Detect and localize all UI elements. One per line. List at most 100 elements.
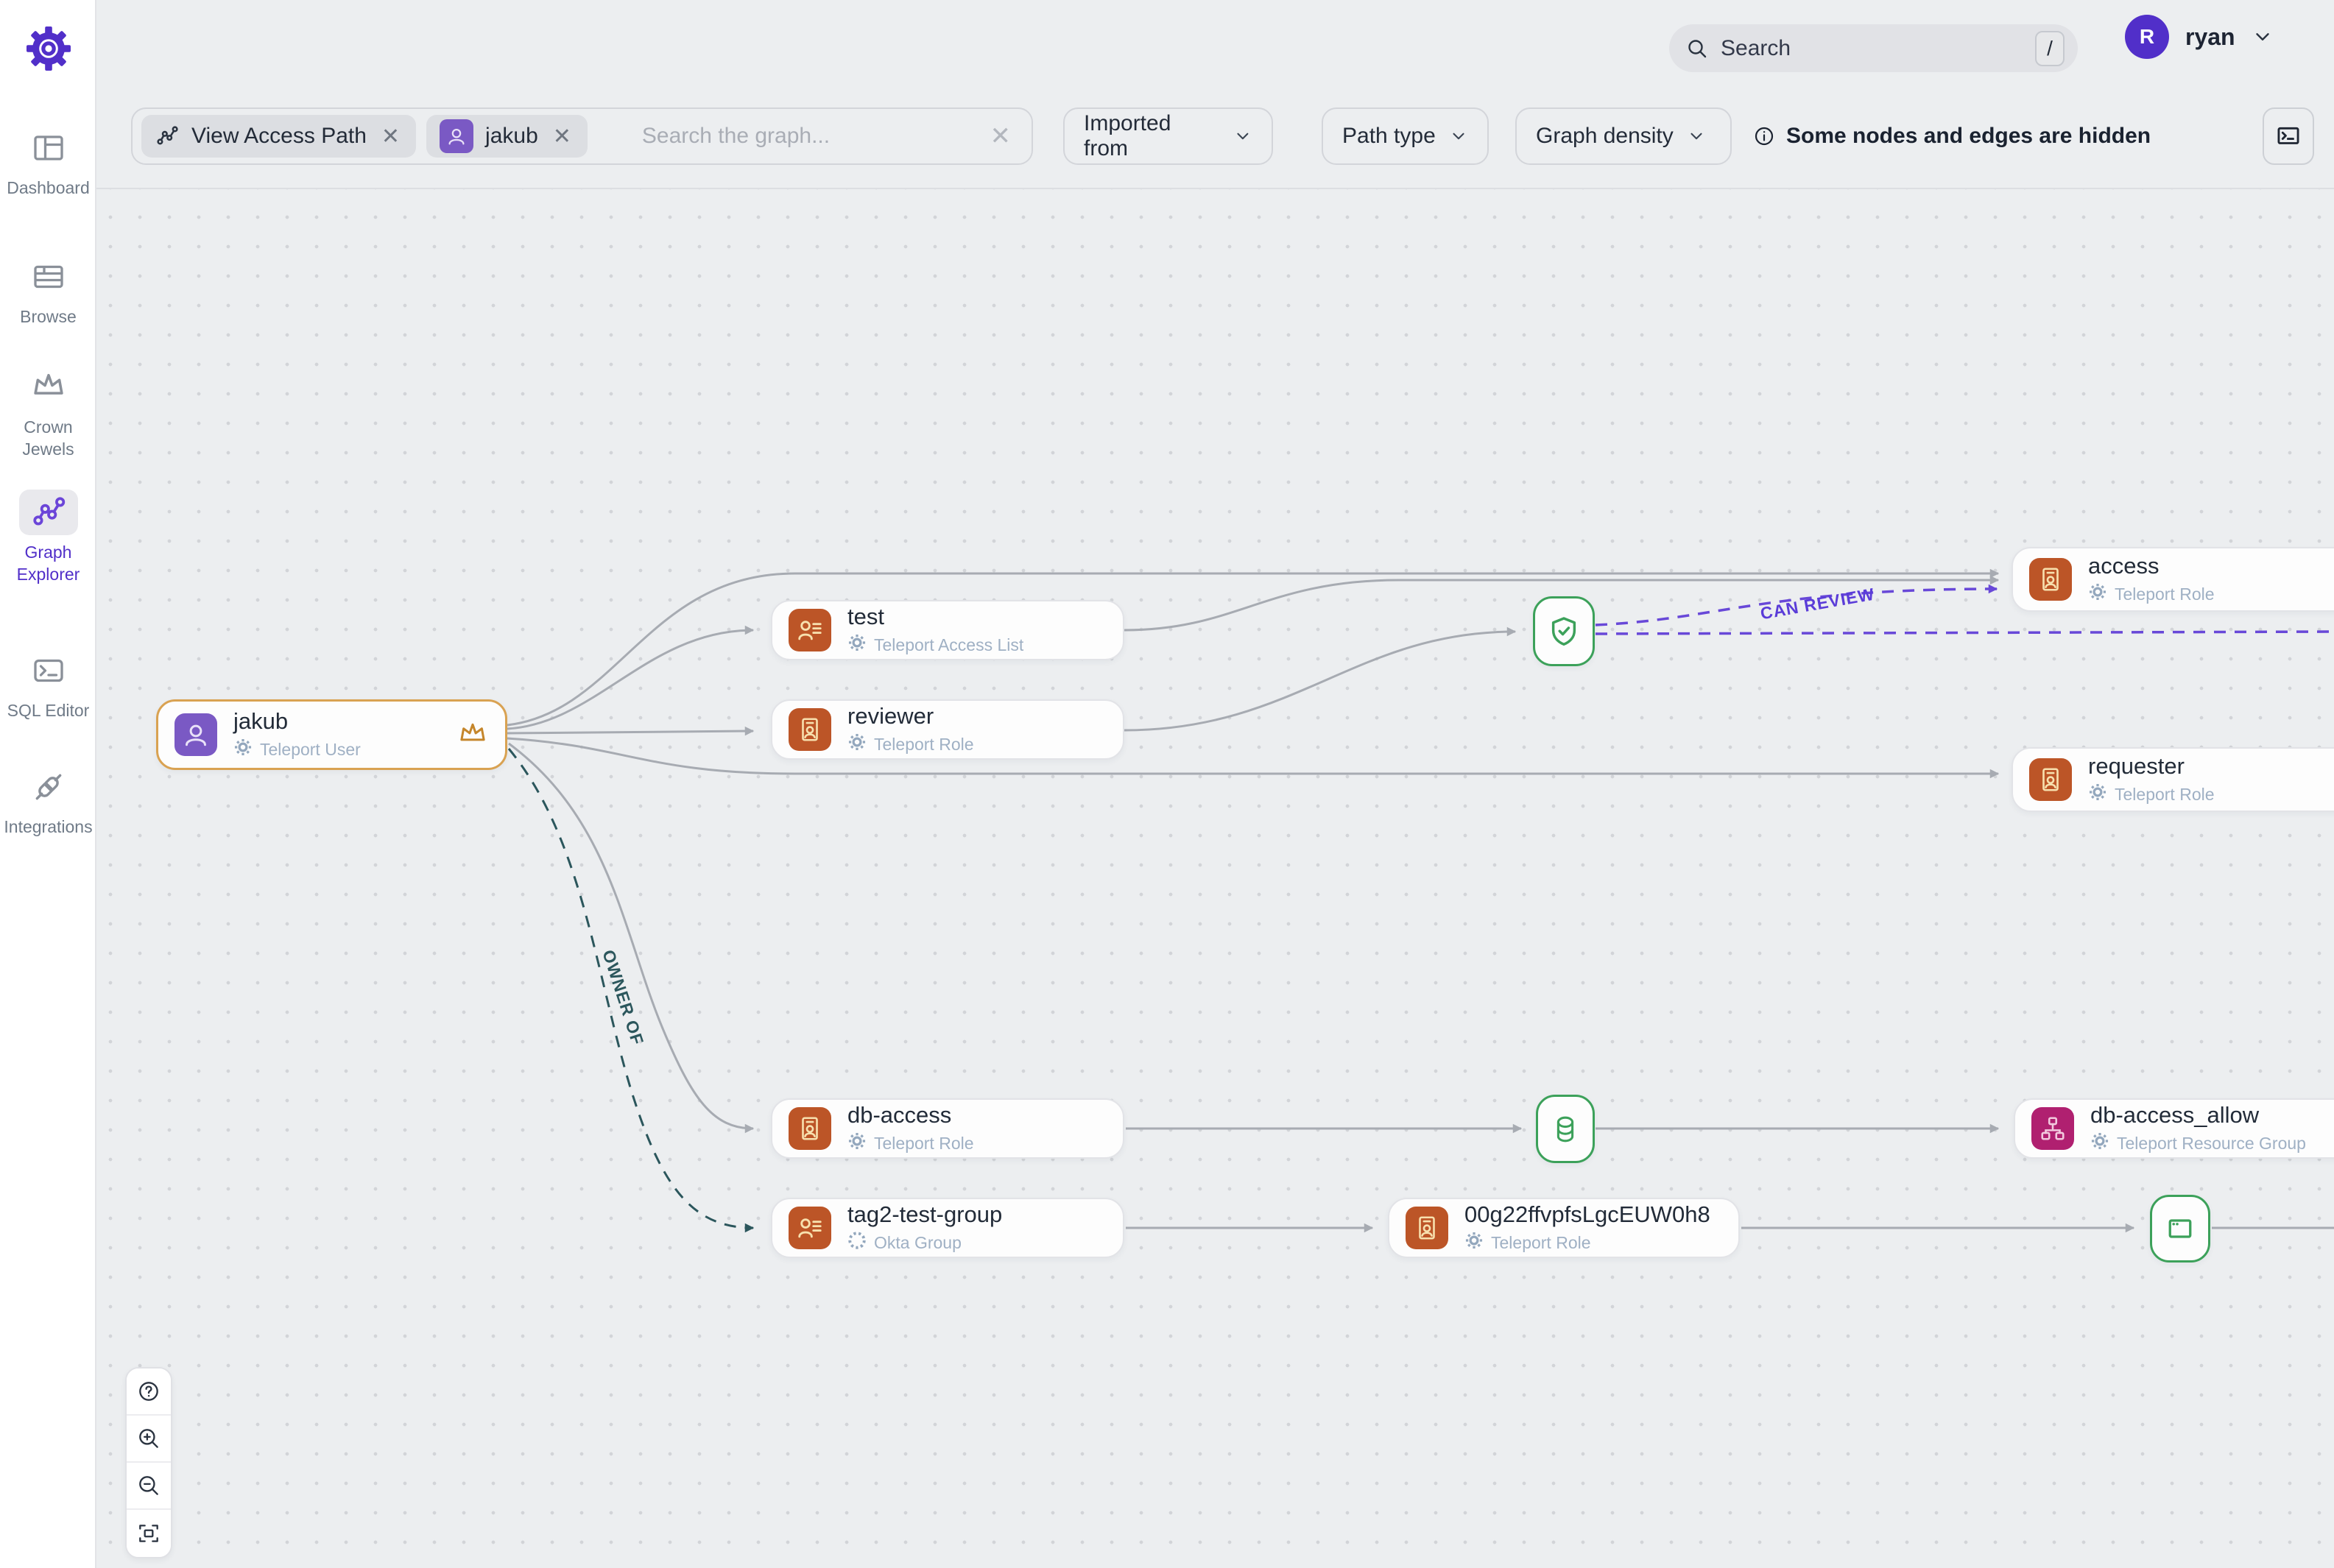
graph-search-input[interactable] <box>641 124 984 149</box>
sidebar-item-sql-editor[interactable]: SQL Editor <box>0 648 96 721</box>
graph-filter-group: View Access Path ✕ jakub ✕ ✕ <box>131 107 1033 165</box>
search-shortcut-badge: / <box>2035 30 2065 66</box>
sidebar-item-label: Crown Jewels <box>22 417 74 459</box>
sidebar: Dashboard Browse Crown Jewels Graph Expl… <box>0 0 96 1568</box>
node-title: access <box>2088 553 2160 579</box>
graph-node-database[interactable] <box>1536 1095 1595 1163</box>
graph-node-db-access-allow[interactable]: db-access_allow Teleport Resource Group <box>2014 1098 2334 1159</box>
gear-icon <box>2088 582 2107 606</box>
sidebar-item-graph-explorer[interactable]: Graph Explorer <box>0 490 96 585</box>
sidebar-item-label: Graph Explorer <box>16 543 80 584</box>
node-subtitle: Teleport Role <box>2115 584 2215 604</box>
crown-icon <box>19 364 78 410</box>
help-button[interactable] <box>127 1369 171 1416</box>
graph-node-application[interactable] <box>2150 1195 2210 1262</box>
gear-icon <box>2090 1131 2109 1155</box>
dropdown-imported-from[interactable]: Imported from <box>1063 107 1273 165</box>
dropdown-graph-density[interactable]: Graph density <box>1515 107 1732 165</box>
filter-chip-view-access-path[interactable]: View Access Path ✕ <box>141 115 417 158</box>
query-console-button[interactable] <box>2263 107 2314 165</box>
graph-node-jakub[interactable]: jakub Teleport User <box>156 699 507 770</box>
node-title: jakub <box>233 708 289 734</box>
chevron-down-icon <box>1237 133 1249 140</box>
global-search-input[interactable] <box>1721 35 2035 61</box>
global-search[interactable]: / <box>1669 24 2078 72</box>
sidebar-item-label: Browse <box>20 307 77 326</box>
gear-icon <box>1464 1231 1484 1254</box>
sidebar-item-label: Dashboard <box>7 178 90 197</box>
graph-node-test[interactable]: test Teleport Access List <box>771 600 1124 660</box>
content-divider <box>96 188 2334 189</box>
graph-icon <box>157 126 178 145</box>
remove-chip-icon[interactable]: ✕ <box>378 124 403 149</box>
fit-view-button[interactable] <box>127 1510 171 1557</box>
graph-node-requester[interactable]: requester Teleport Role <box>2012 747 2334 812</box>
graph-node-db-access[interactable]: db-access Teleport Role <box>771 1098 1124 1159</box>
zoom-in-button[interactable] <box>127 1416 171 1463</box>
remove-chip-icon[interactable]: ✕ <box>550 124 574 149</box>
table-icon <box>19 254 78 300</box>
graph-search: ✕ <box>598 121 1017 151</box>
graph-node-shield-check[interactable] <box>1533 596 1595 666</box>
role-card-icon <box>2029 758 2072 801</box>
chevron-down-icon <box>1690 133 1702 140</box>
user-icon <box>440 119 474 153</box>
plug-icon <box>19 764 78 810</box>
gear-icon <box>847 1131 867 1155</box>
topbar: / R ryan <box>96 0 2334 96</box>
role-card-icon <box>789 1107 831 1150</box>
node-title: db-access_allow <box>2090 1102 2260 1128</box>
chevron-down-icon <box>2255 33 2269 40</box>
graph-node-okta-imported-role[interactable]: 00g22ffvpfsLgcEUW0h8 Teleport Role <box>1388 1198 1740 1258</box>
node-title: reviewer <box>847 703 934 729</box>
gear-icon <box>847 732 867 756</box>
graph-node-access[interactable]: access Teleport Role <box>2012 547 2334 612</box>
node-subtitle: Okta Group <box>874 1232 962 1252</box>
clear-search-icon[interactable]: ✕ <box>984 121 1018 151</box>
canvas-controls <box>125 1367 172 1558</box>
node-title: test <box>847 604 884 629</box>
dashboard-icon <box>19 125 78 171</box>
node-subtitle: Teleport Role <box>874 1133 974 1153</box>
zoom-out-button[interactable] <box>127 1463 171 1510</box>
gear-icon <box>847 633 867 657</box>
sidebar-item-integrations[interactable]: Integrations <box>0 764 96 838</box>
node-subtitle: Teleport User <box>260 739 361 759</box>
gear-icon <box>233 738 253 761</box>
graph-explorer-page: CAN REVIEW OWNER OF jakub Teleport User <box>0 0 2334 1568</box>
node-subtitle: Teleport Access List <box>874 635 1024 654</box>
sidebar-item-dashboard[interactable]: Dashboard <box>0 125 96 199</box>
dropdown-label: Graph density <box>1536 124 1674 148</box>
okta-icon <box>847 1231 867 1254</box>
filter-chip-jakub[interactable]: jakub ✕ <box>426 115 588 158</box>
access-list-icon <box>789 609 831 651</box>
sidebar-item-crown-jewels[interactable]: Crown Jewels <box>0 364 96 460</box>
notice-text: Some nodes and edges are hidden <box>1786 124 2151 148</box>
role-card-icon <box>789 708 831 751</box>
gear-icon <box>2088 783 2107 806</box>
sidebar-item-label: Integrations <box>4 817 93 836</box>
graph-node-tag2-test-group[interactable]: tag2-test-group Okta Group <box>771 1198 1124 1258</box>
chip-label: View Access Path <box>191 124 367 148</box>
dropdown-label: Imported from <box>1084 111 1171 160</box>
user-icon <box>174 713 217 756</box>
dropdown-path-type[interactable]: Path type <box>1322 107 1489 165</box>
terminal-icon <box>2277 127 2299 144</box>
role-card-icon <box>2029 558 2072 601</box>
sidebar-item-browse[interactable]: Browse <box>0 254 96 328</box>
access-list-icon <box>789 1207 831 1249</box>
chevron-down-icon <box>1453 133 1464 140</box>
node-title: 00g22ffvpfsLgcEUW0h8 <box>1464 1201 1710 1227</box>
graph-node-reviewer[interactable]: reviewer Teleport Role <box>771 699 1124 760</box>
resource-group-icon <box>2031 1107 2074 1150</box>
node-title: tag2-test-group <box>847 1201 1003 1227</box>
chip-label: jakub <box>485 124 538 148</box>
node-title: requester <box>2088 753 2185 779</box>
graph-edges <box>507 568 2334 1233</box>
graph-canvas[interactable]: CAN REVIEW OWNER OF jakub Teleport User <box>0 189 2334 1568</box>
teleport-logo <box>0 25 96 72</box>
app-window-icon <box>2168 1219 2192 1238</box>
node-subtitle: Teleport Role <box>2115 784 2215 804</box>
node-subtitle: Teleport Role <box>1491 1232 1591 1252</box>
user-menu[interactable]: R ryan <box>2125 15 2274 59</box>
